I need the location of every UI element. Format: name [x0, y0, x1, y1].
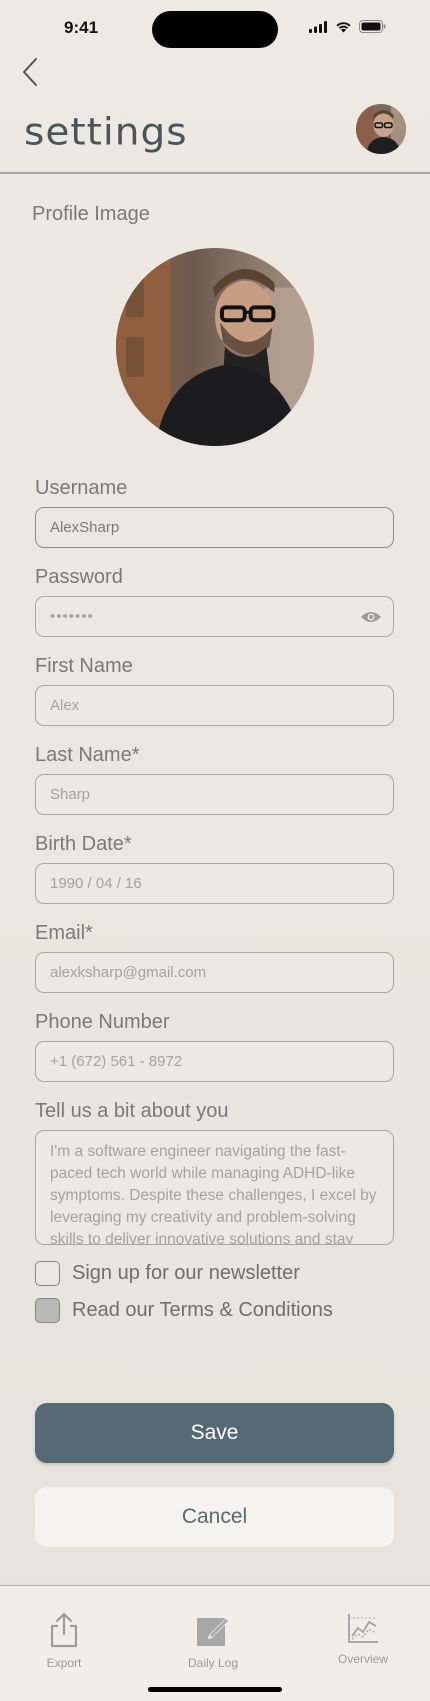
- back-button[interactable]: [16, 54, 44, 90]
- username-label: Username: [35, 477, 128, 499]
- avatar[interactable]: [356, 104, 406, 154]
- eye-icon: [361, 612, 381, 622]
- first-name-label: First Name: [35, 655, 133, 677]
- newsletter-checkbox[interactable]: [35, 1261, 60, 1286]
- phone-field[interactable]: +1 (672) 561 - 8972: [35, 1041, 394, 1082]
- wifi-icon: [336, 21, 351, 32]
- birth-date-field[interactable]: 1990 / 04 / 16: [35, 863, 394, 904]
- birth-date-placeholder: 1990 / 04 / 16: [50, 875, 142, 892]
- email-placeholder: alexksharp@gmail.com: [50, 964, 207, 981]
- email-label: Email*: [35, 922, 93, 944]
- terms-row[interactable]: Read our Terms & Conditions: [35, 1298, 333, 1323]
- password-field[interactable]: •••••••: [35, 596, 394, 637]
- password-label: Password: [35, 566, 123, 588]
- about-textarea[interactable]: I'm a software engineer navigating the f…: [35, 1130, 394, 1245]
- about-placeholder: I'm a software engineer navigating the f…: [50, 1143, 377, 1245]
- password-value: •••••••: [50, 608, 94, 625]
- phone-placeholder: +1 (672) 561 - 8972: [50, 1053, 183, 1070]
- tab-overview-label: Overview: [337, 1652, 388, 1666]
- status-bar: 9:41: [0, 0, 430, 58]
- dynamic-island: [152, 11, 278, 48]
- username-value: AlexSharp: [50, 519, 120, 536]
- chevron-left-icon: [23, 58, 37, 86]
- status-time: 9:41: [64, 18, 99, 37]
- username-field[interactable]: AlexSharp: [35, 507, 394, 548]
- tab-bar: Export Daily Log Overview: [0, 1585, 430, 1701]
- tab-daily-log-label: Daily Log: [187, 1656, 239, 1670]
- birth-date-label: Birth Date*: [35, 833, 132, 855]
- cancel-button[interactable]: Cancel: [35, 1487, 394, 1547]
- first-name-placeholder: Alex: [50, 697, 80, 714]
- tab-export[interactable]: Export: [14, 1612, 114, 1670]
- terms-checkbox[interactable]: [35, 1298, 60, 1323]
- header-divider: [0, 172, 430, 174]
- avatar-photo: [356, 104, 406, 154]
- about-label: Tell us a bit about you: [35, 1100, 229, 1122]
- newsletter-label: Sign up for our newsletter: [72, 1262, 300, 1284]
- battery-icon: [359, 20, 386, 33]
- last-name-label: Last Name*: [35, 744, 140, 766]
- phone-label: Phone Number: [35, 1011, 170, 1033]
- last-name-placeholder: Sharp: [50, 786, 91, 803]
- edit-icon: [197, 1618, 229, 1646]
- first-name-field[interactable]: Alex: [35, 685, 394, 726]
- last-name-field[interactable]: Sharp: [35, 774, 394, 815]
- profile-image[interactable]: [116, 248, 314, 446]
- terms-label: Read our Terms & Conditions: [72, 1299, 333, 1321]
- email-field[interactable]: alexksharp@gmail.com: [35, 952, 394, 993]
- status-icons: [309, 20, 386, 33]
- chart-icon: [348, 1614, 378, 1643]
- show-password-button[interactable]: [359, 606, 383, 628]
- tab-overview[interactable]: Overview: [313, 1612, 413, 1666]
- newsletter-row[interactable]: Sign up for our newsletter: [35, 1261, 300, 1286]
- profile-image-label: Profile Image: [32, 203, 150, 225]
- page-title: settings: [24, 111, 188, 154]
- share-icon: [50, 1612, 78, 1648]
- profile-photo: [116, 248, 314, 446]
- tab-daily-log[interactable]: Daily Log: [163, 1612, 263, 1670]
- signal-icon: [309, 20, 327, 33]
- home-indicator: [148, 1687, 282, 1692]
- tab-export-label: Export: [46, 1656, 82, 1670]
- save-button[interactable]: Save: [35, 1403, 394, 1463]
